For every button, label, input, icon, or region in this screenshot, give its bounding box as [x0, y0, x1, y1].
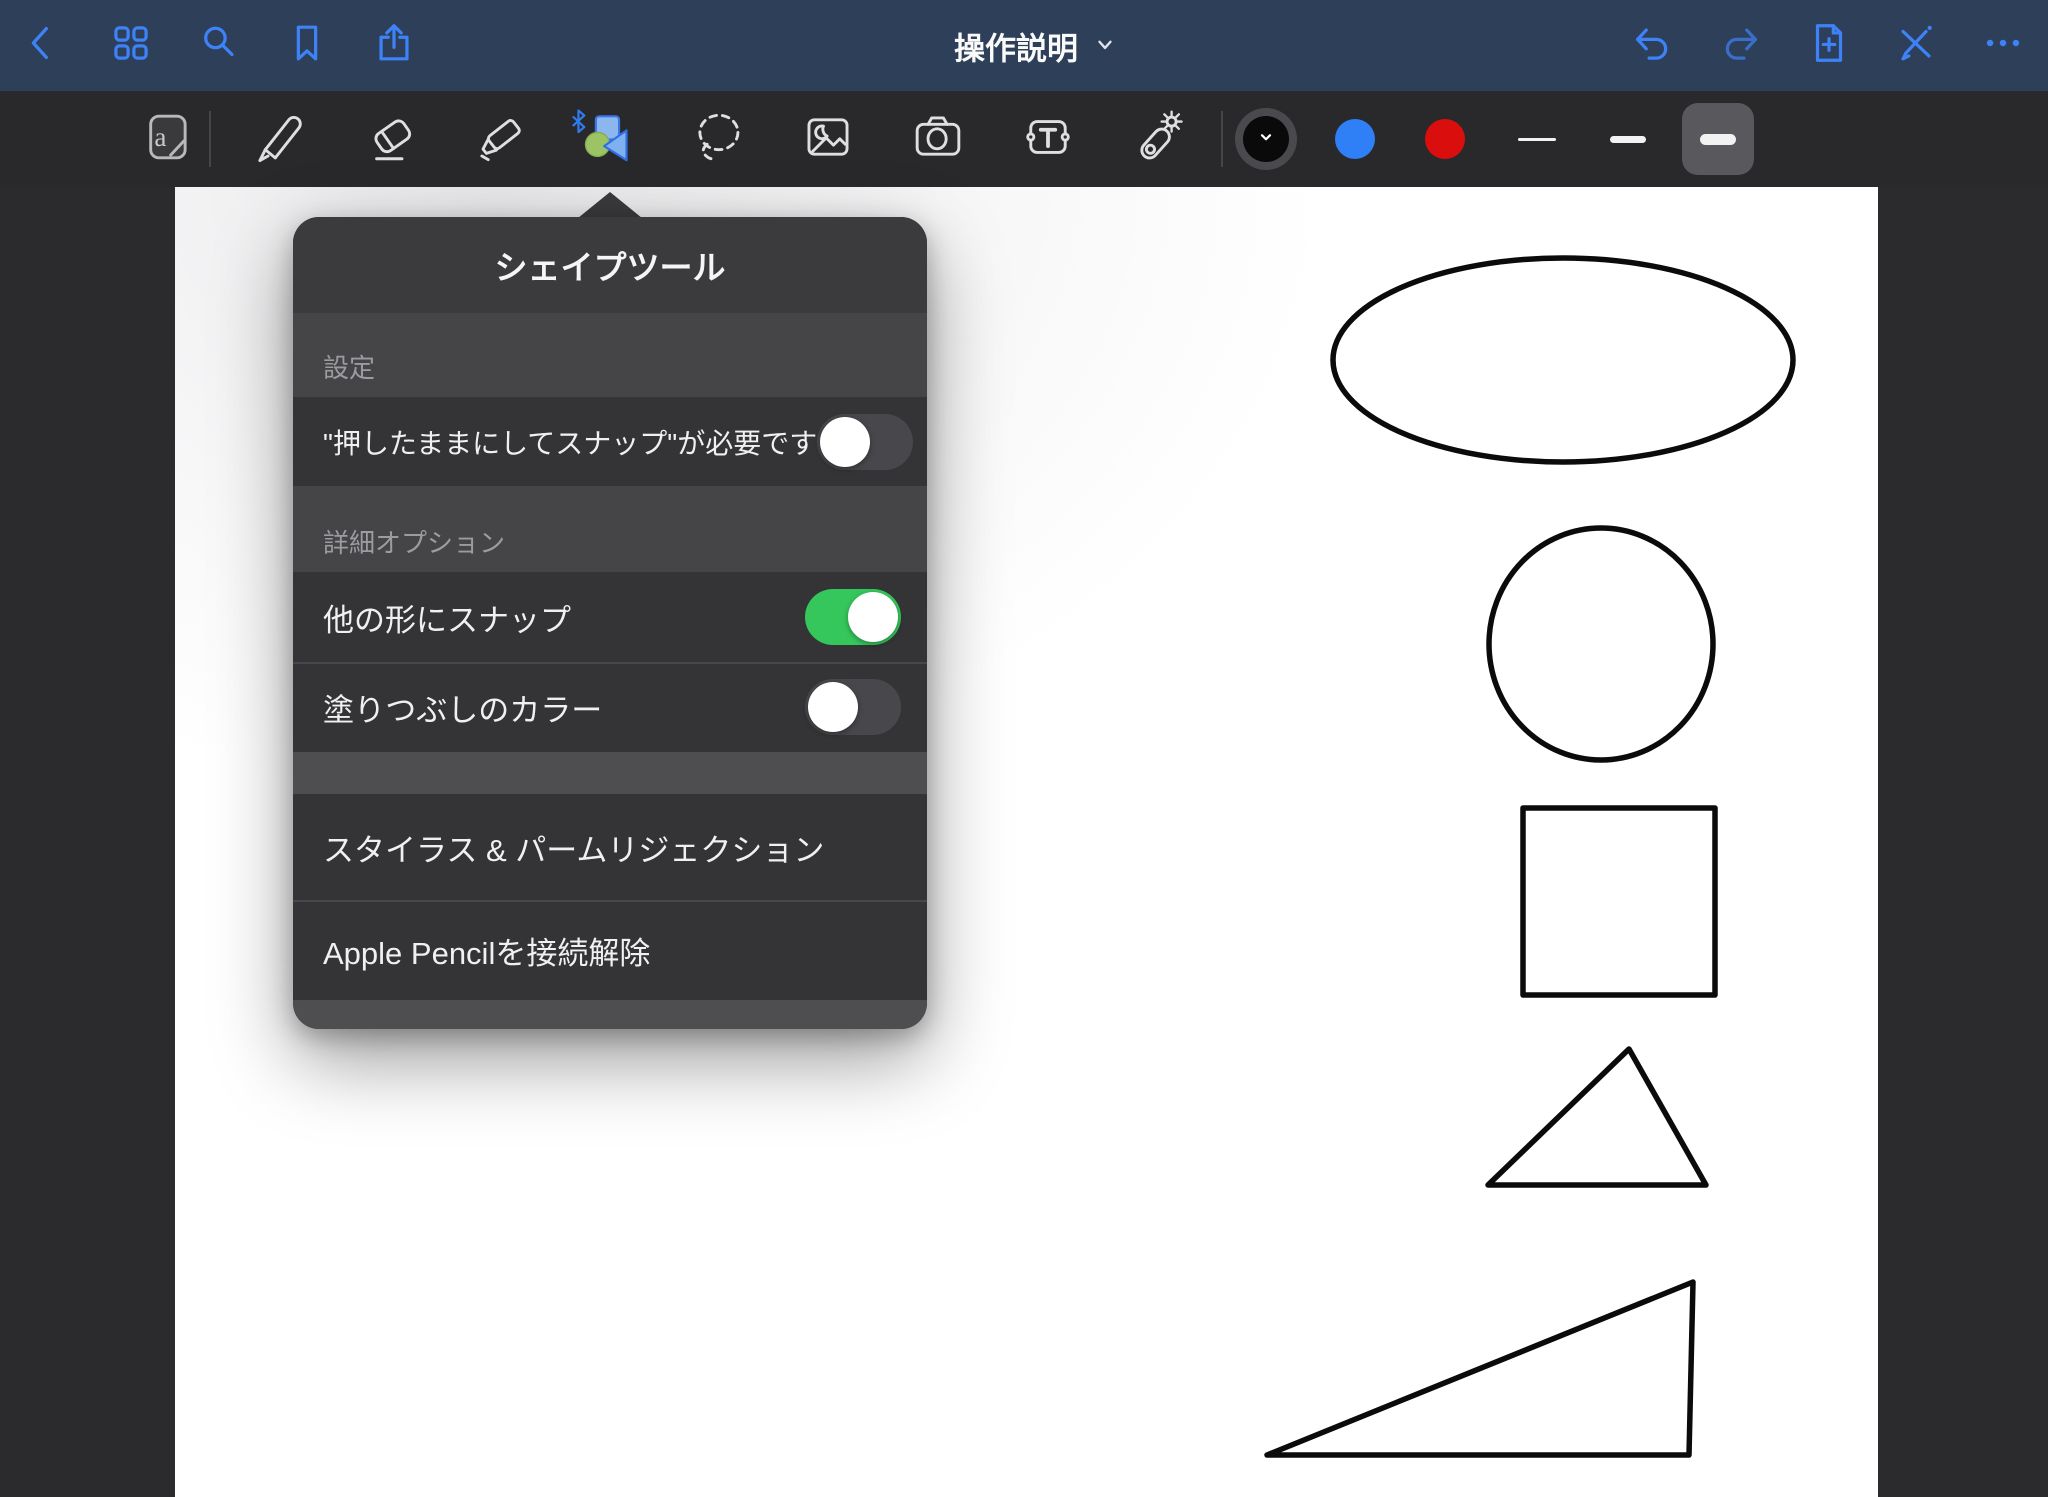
pen-icon	[249, 108, 307, 171]
thickness-thick-button[interactable]	[1682, 103, 1754, 175]
section-header-settings: 設定	[293, 313, 927, 397]
color-swatch-black[interactable]	[1235, 108, 1297, 170]
toggle-knob	[808, 682, 858, 732]
fill-color-toggle[interactable]	[805, 679, 901, 735]
page-grid-button[interactable]	[101, 16, 161, 76]
document-title-button[interactable]: 操作説明	[954, 23, 1116, 68]
back-chevron-icon	[19, 20, 65, 71]
add-page-icon	[1806, 20, 1852, 71]
add-page-button[interactable]	[1799, 16, 1859, 76]
laser-pointer-tool-button[interactable]	[1125, 106, 1191, 172]
row-label: 他の形にスナップ	[323, 595, 571, 640]
bookmark-icon	[284, 20, 330, 71]
highlighter-tool-button[interactable]	[467, 106, 533, 172]
hold-to-snap-toggle[interactable]	[817, 414, 913, 470]
chevron-down-icon	[1094, 28, 1116, 64]
shape-tool-popup: シェイプツール 設定 "押したままにしてスナップ"が必要です 詳細オプション 他…	[293, 217, 927, 1029]
undo-button[interactable]	[1622, 16, 1682, 76]
eraser-icon	[363, 108, 421, 171]
medium-stroke-icon	[1610, 136, 1646, 143]
image-icon	[799, 108, 857, 171]
goodnotes-app: 操作説明 a	[0, 0, 2048, 1497]
toolbar-separator	[209, 111, 211, 167]
color-swatch-blue[interactable]	[1335, 119, 1375, 159]
camera-tool-button[interactable]	[905, 106, 971, 172]
search-icon	[196, 20, 242, 71]
popup-body: シェイプツール 設定 "押したままにしてスナップ"が必要です 詳細オプション 他…	[293, 217, 927, 1029]
laser-pointer-icon	[1129, 108, 1187, 171]
row-label: 塗りつぶしのカラー	[323, 685, 602, 730]
thickness-thin-button[interactable]	[1501, 103, 1573, 175]
share-icon	[371, 20, 417, 71]
row-snap-to-other-shapes[interactable]: 他の形にスナップ	[293, 572, 927, 662]
undo-icon	[1629, 20, 1675, 71]
action-stylus-palm-rejection[interactable]: スタイラス & パームリジェクション	[293, 794, 927, 900]
more-button[interactable]	[1973, 16, 2033, 76]
document-title: 操作説明	[954, 23, 1078, 68]
navbar: 操作説明	[0, 0, 2048, 91]
highlighter-icon	[471, 108, 529, 171]
image-tool-button[interactable]	[795, 106, 861, 172]
readonly-mode-button[interactable]	[1886, 16, 1946, 76]
back-button[interactable]	[12, 16, 72, 76]
eraser-tool-button[interactable]	[359, 106, 425, 172]
section-header-advanced: 詳細オプション	[293, 486, 927, 572]
redo-icon	[1718, 20, 1764, 71]
thickness-medium-button[interactable]	[1592, 103, 1664, 175]
panel-mode-icon: a	[138, 108, 196, 171]
shape-tool-button[interactable]	[567, 106, 633, 172]
panel-mode-button[interactable]: a	[134, 106, 200, 172]
search-button[interactable]	[189, 16, 249, 76]
row-hold-to-snap[interactable]: "押したままにしてスナップ"が必要です	[293, 397, 927, 486]
chevron-down-icon	[1257, 128, 1275, 151]
popup-title: シェイプツール	[293, 217, 927, 313]
page-grid-icon	[108, 20, 154, 71]
row-label: "押したままにしてスナップ"が必要です	[323, 422, 817, 462]
redo-button[interactable]	[1711, 16, 1771, 76]
color-swatch-black-inner	[1243, 116, 1289, 162]
popup-arrow	[578, 192, 642, 218]
row-fill-color[interactable]: 塗りつぶしのカラー	[293, 662, 927, 752]
toggle-knob	[848, 592, 898, 642]
shape-tool-icon	[571, 108, 629, 171]
color-swatch-red[interactable]	[1425, 119, 1465, 159]
snap-to-other-shapes-toggle[interactable]	[805, 589, 901, 645]
toggle-knob	[820, 417, 870, 467]
text-tool-button[interactable]	[1015, 106, 1081, 172]
popup-footer	[293, 1000, 927, 1029]
thick-stroke-icon	[1700, 134, 1736, 145]
readonly-pen-icon	[1893, 20, 1939, 71]
pen-tool-button[interactable]	[245, 106, 311, 172]
share-button[interactable]	[364, 16, 424, 76]
toolbar-separator	[1221, 111, 1223, 167]
text-icon	[1019, 108, 1077, 171]
lasso-icon	[689, 108, 747, 171]
thin-stroke-icon	[1518, 138, 1556, 141]
toolbar: a	[0, 91, 2048, 187]
section-spacer	[293, 752, 927, 794]
canvas-area: シェイプツール 設定 "押したままにしてスナップ"が必要です 詳細オプション 他…	[0, 187, 2048, 1497]
camera-icon	[909, 108, 967, 171]
ellipsis-icon	[1980, 20, 2026, 71]
svg-text:a: a	[154, 122, 166, 152]
lasso-tool-button[interactable]	[685, 106, 751, 172]
action-disconnect-apple-pencil[interactable]: Apple Pencilを接続解除	[293, 900, 927, 1000]
bookmark-button[interactable]	[277, 16, 337, 76]
